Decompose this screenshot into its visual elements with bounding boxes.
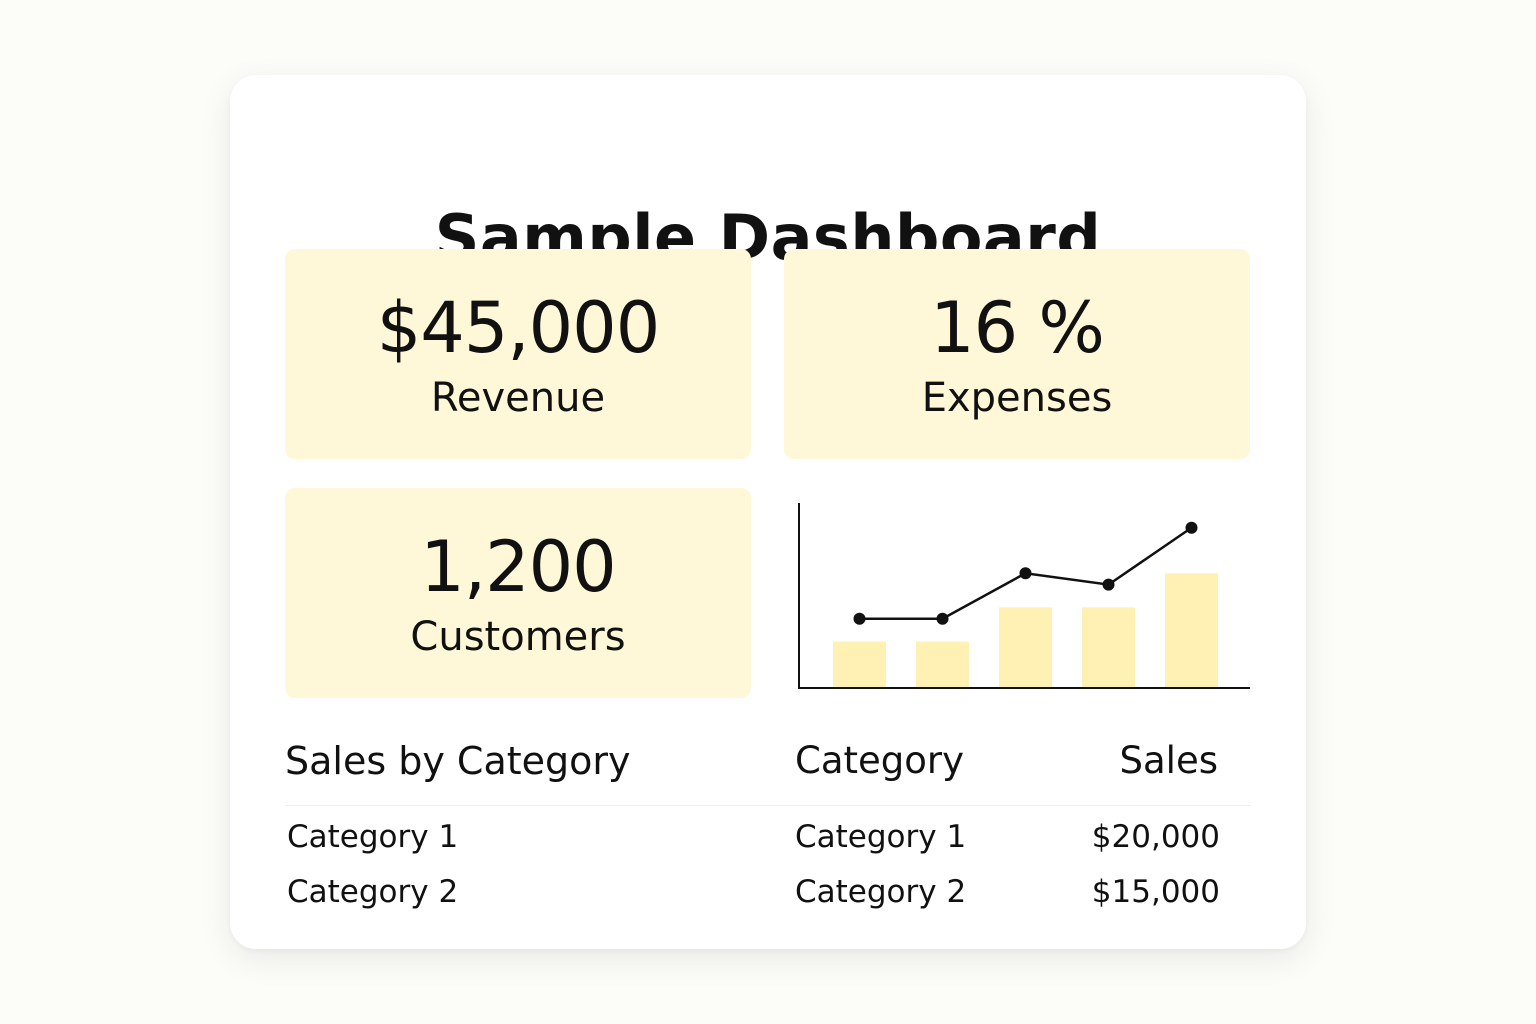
customers-value: 1,200 bbox=[420, 526, 616, 608]
table-header-category: Category bbox=[795, 739, 965, 782]
expenses-label: Expenses bbox=[921, 375, 1113, 421]
table-cell-category: Category 1 bbox=[795, 819, 967, 855]
chart-point bbox=[936, 612, 949, 625]
list-item: Category 2 bbox=[287, 874, 459, 910]
revenue-kpi-card: $45,000 Revenue bbox=[285, 249, 751, 459]
chart-point bbox=[853, 612, 866, 625]
chart-bar bbox=[1081, 607, 1136, 687]
table-divider bbox=[285, 805, 1251, 806]
chart-bar bbox=[1164, 573, 1219, 687]
chart-bar bbox=[915, 641, 970, 687]
table-header-sales: Sales bbox=[1119, 739, 1218, 782]
customers-label: Customers bbox=[410, 614, 626, 660]
expenses-value: 16 % bbox=[930, 287, 1105, 369]
expenses-kpi-card: 16 % Expenses bbox=[784, 249, 1250, 459]
table-cell-sales: $20,000 bbox=[1091, 819, 1220, 855]
customers-kpi-card: 1,200 Customers bbox=[285, 488, 751, 698]
sales-section-title: Sales by Category bbox=[285, 739, 631, 783]
revenue-value: $45,000 bbox=[376, 287, 660, 369]
dashboard-card: Sample Dashboard $45,000 Revenue 16 % Ex… bbox=[230, 75, 1306, 949]
chart-point bbox=[1185, 521, 1198, 534]
chart-bar bbox=[832, 641, 887, 687]
table-cell-sales: $15,000 bbox=[1091, 874, 1220, 910]
list-item: Category 1 bbox=[287, 819, 459, 855]
chart-bar bbox=[998, 607, 1053, 687]
revenue-label: Revenue bbox=[430, 375, 606, 421]
sales-trend-chart bbox=[798, 503, 1250, 689]
chart-point bbox=[1102, 578, 1115, 591]
chart-point bbox=[1019, 567, 1032, 580]
table-cell-category: Category 2 bbox=[795, 874, 967, 910]
